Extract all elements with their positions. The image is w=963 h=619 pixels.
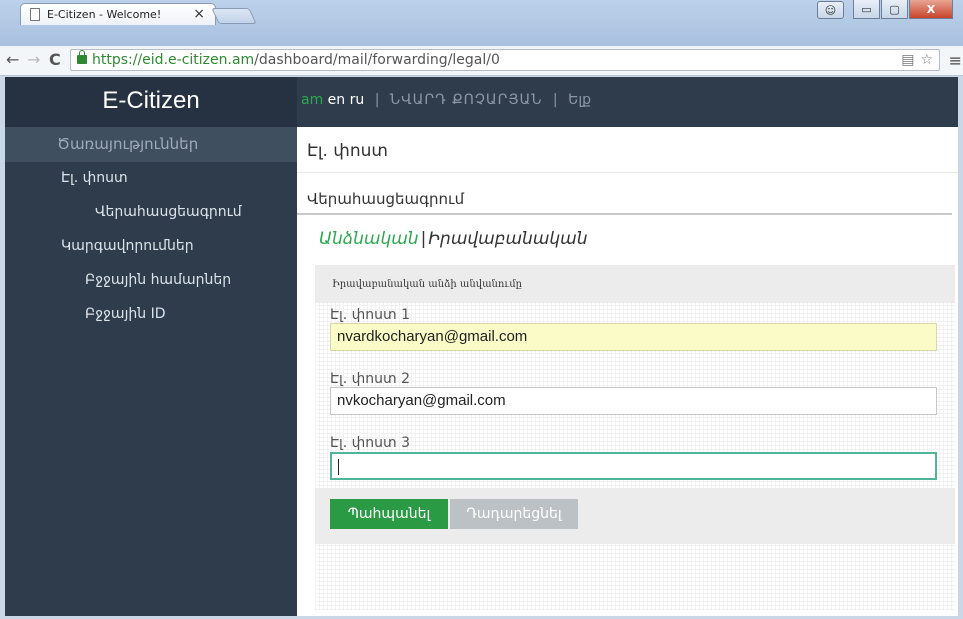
tab-separator: | (420, 229, 427, 249)
cancel-button[interactable]: Դադարեցնել (450, 499, 578, 529)
page-icon (30, 8, 40, 21)
email-1-label: Էլ. փոստ 1 (330, 307, 411, 323)
sidebar: E-Citizen Ծառայություններ Էլ. փոստ Վերահ… (5, 77, 297, 616)
user-profile-icon[interactable]: ☺ (817, 1, 844, 19)
new-tab-button[interactable] (211, 8, 257, 24)
sidebar-item-settings[interactable]: Կարգավորումներ (5, 230, 297, 264)
url-path: /dashboard/mail/forwarding/legal/0 (254, 52, 500, 68)
browser-menu-icon[interactable]: ≡ (949, 51, 962, 70)
lock-icon (77, 50, 87, 64)
forward-arrow-icon[interactable]: → (27, 50, 40, 69)
separator: | (374, 92, 380, 108)
minimize-button[interactable]: ▭ (853, 0, 880, 19)
user-name[interactable]: ՆՎԱՐԴ ՔՈՉԱՐՅԱՆ (390, 92, 543, 108)
page: E-Citizen Ծառայություններ Էլ. փոստ Վերահ… (5, 77, 958, 616)
page-title: Էլ. փոստ (307, 141, 388, 161)
reload-icon[interactable]: C (49, 50, 61, 69)
tab-personal[interactable]: Անձնական (319, 229, 419, 249)
legal-entity-name: Իրավաբանական անձի անվանումը (315, 265, 955, 303)
lang-ru-link[interactable]: ru (350, 92, 365, 108)
window-controls: ☺ ▭ ▢ X (817, 0, 953, 20)
email-2-label: Էլ. փոստ 2 (330, 371, 411, 387)
sidebar-menu: Էլ. փոստ Վերահասցեագրում Կարգավորումներ … (5, 162, 297, 332)
sidebar-item-mobile-numbers[interactable]: Բջջային համարներ (5, 264, 297, 298)
separator: | (552, 92, 558, 108)
address-bar-row: ← → C https://eid.e-citizen.am/dashboard… (0, 46, 963, 76)
text-caret (338, 459, 339, 476)
entity-type-tabs: Անձնական | Իրավաբանական (319, 229, 588, 249)
browser-tab[interactable]: E-Citizen - Welcome! × (20, 3, 216, 25)
sidebar-item-mobile-id[interactable]: Բջջային ID (5, 298, 297, 332)
forwarding-form: Իրավաբանական անձի անվանումը Էլ. փոստ 1 n… (315, 265, 955, 610)
divider (297, 172, 958, 173)
lang-en-link[interactable]: en (328, 92, 346, 108)
back-arrow-icon[interactable]: ← (6, 50, 19, 69)
translate-icon[interactable]: ▤ (901, 52, 914, 68)
email-2-input[interactable]: nvkocharyan@gmail.com (330, 387, 937, 415)
lang-am-link[interactable]: am (301, 92, 323, 108)
close-tab-icon[interactable]: × (193, 6, 205, 22)
tab-legal[interactable]: Իրավաբանական (428, 229, 587, 249)
url-icons: ▤ ☆ (901, 52, 933, 68)
url-host: https://eid.e-citizen.am (92, 52, 255, 68)
divider (297, 213, 952, 215)
sidebar-item-email[interactable]: Էլ. փոստ (5, 162, 297, 196)
sidebar-item-forwarding[interactable]: Վերահասցեագրում (5, 196, 297, 230)
main-content: Էլ. փոստ Վերահասցեագրում Անձնական | Իրավաբ… (297, 127, 958, 616)
email-3-input[interactable] (330, 452, 937, 480)
services-header[interactable]: Ծառայություններ (5, 127, 297, 162)
email-1-input[interactable]: nvardkocharyan@gmail.com (330, 323, 937, 351)
url-input[interactable]: https://eid.e-citizen.am/dashboard/mail/… (70, 49, 940, 71)
close-window-button[interactable]: X (909, 0, 953, 19)
section-title: Վերահասցեագրում (307, 190, 465, 208)
maximize-button[interactable]: ▢ (881, 0, 908, 19)
logout-link[interactable]: Ելք (568, 92, 591, 108)
save-button[interactable]: Պահպանել (330, 499, 448, 529)
browser-titlebar: E-Citizen - Welcome! × ☺ ▭ ▢ X (0, 0, 963, 46)
star-icon[interactable]: ☆ (920, 52, 933, 68)
form-actions: Պահպանել Դադարեցնել (315, 488, 955, 544)
email-3-label: Էլ. փոստ 3 (330, 435, 411, 451)
top-navbar: am en ru | ՆՎԱՐԴ ՔՈՉԱՐՅԱՆ | Ելք (297, 77, 958, 127)
brand-logo[interactable]: E-Citizen (5, 77, 297, 127)
tab-title: E-Citizen - Welcome! (47, 8, 162, 21)
